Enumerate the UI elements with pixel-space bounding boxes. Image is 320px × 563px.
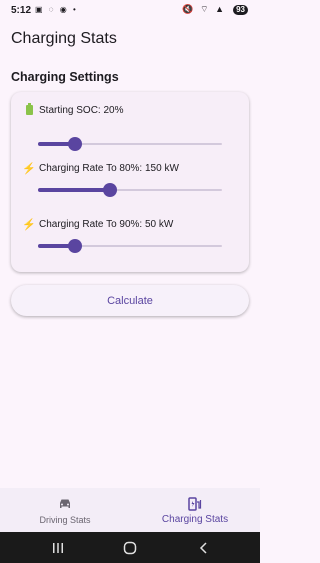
- notification-icons: ▣ ◌ ◉ •: [35, 5, 78, 14]
- rate-90-slider[interactable]: [38, 238, 222, 254]
- starting-soc-slider[interactable]: [38, 136, 222, 152]
- nav-label: Charging Stats: [161, 514, 229, 525]
- ev-station-icon: [187, 497, 203, 511]
- home-icon[interactable]: [122, 540, 138, 556]
- lightning-icon: ⚡: [22, 218, 36, 231]
- starting-soc-label: Starting SOC: 20%: [39, 104, 124, 116]
- recent-apps-icon[interactable]: [50, 540, 66, 556]
- status-bar: 5:12 ▣ ◌ ◉ • 🔇 ⌔ ▲ 93: [0, 0, 260, 22]
- signal-icons: 🔇 ⌔ ▲: [182, 4, 226, 14]
- calculate-button[interactable]: Calculate: [11, 285, 249, 316]
- battery-level: 93: [233, 5, 248, 15]
- lightning-icon: ⚡: [22, 162, 36, 175]
- slider-thumb[interactable]: [67, 137, 82, 151]
- section-title: Charging Settings: [11, 70, 119, 84]
- setting-starting-soc: Starting SOC: 20%: [11, 103, 249, 154]
- status-time: 5:12: [11, 5, 32, 16]
- bottom-navigation: Driving Stats Charging Stats: [0, 488, 260, 532]
- setting-rate-90: ⚡ Charging Rate To 90%: 50 kW: [11, 218, 249, 268]
- slider-thumb[interactable]: [102, 183, 117, 197]
- car-icon: [57, 497, 73, 511]
- battery-icon: [23, 103, 35, 116]
- page-title: Charging Stats: [11, 30, 117, 47]
- system-navigation-bar: [0, 532, 260, 563]
- nav-label: Driving Stats: [39, 515, 91, 525]
- settings-card: Starting SOC: 20% ⚡ Charging Rate To 80%…: [11, 92, 249, 272]
- rate-80-slider[interactable]: [38, 182, 222, 198]
- nav-charging-stats[interactable]: Charging Stats: [130, 488, 260, 532]
- rate-90-label: Charging Rate To 90%: 50 kW: [39, 218, 174, 230]
- slider-thumb[interactable]: [67, 239, 82, 253]
- rate-80-label: Charging Rate To 80%: 150 kW: [39, 162, 179, 174]
- nav-driving-stats[interactable]: Driving Stats: [0, 488, 130, 532]
- back-icon[interactable]: [196, 540, 212, 556]
- setting-rate-80: ⚡ Charging Rate To 80%: 150 kW: [11, 162, 249, 212]
